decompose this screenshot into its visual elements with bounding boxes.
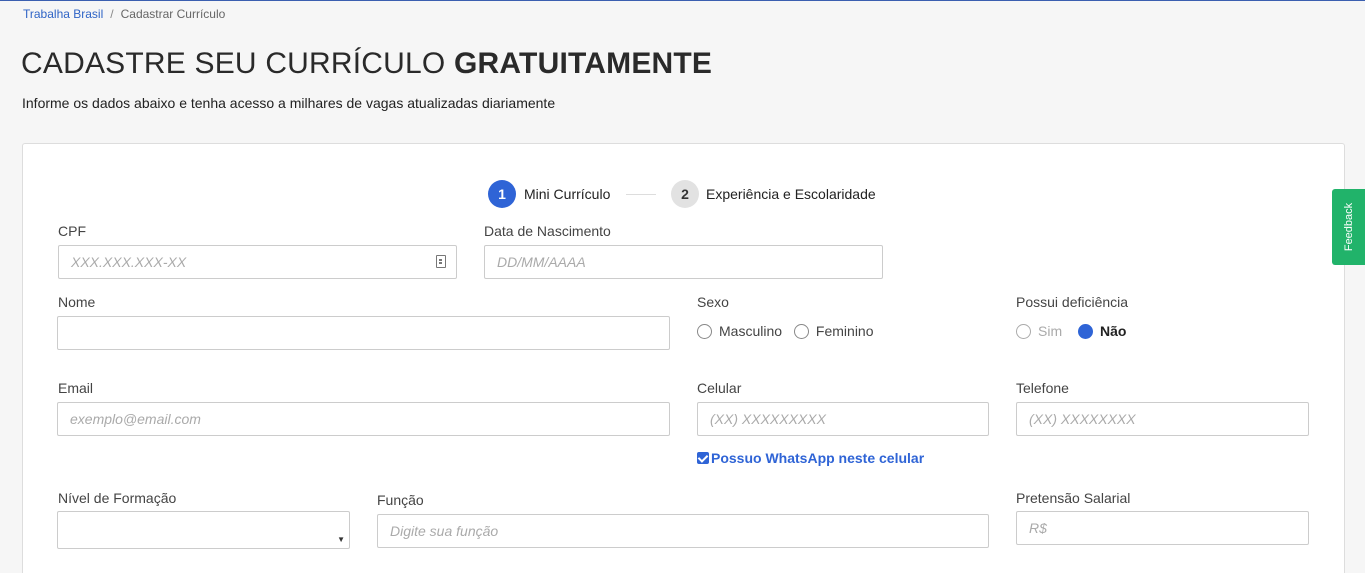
birth-date-input[interactable]: DD/MM/AAAA bbox=[484, 245, 883, 279]
disability-label: Possui deficiência bbox=[1016, 294, 1129, 310]
page-title-bold: GRATUITAMENTE bbox=[454, 47, 713, 80]
role-input[interactable]: Digite sua função bbox=[377, 514, 989, 548]
disability-radio-group: Sim Não bbox=[1016, 323, 1134, 339]
birth-date-placeholder: DD/MM/AAAA bbox=[497, 254, 586, 270]
step-connector bbox=[626, 194, 656, 195]
name-label: Nome bbox=[58, 294, 96, 310]
role-label: Função bbox=[377, 492, 424, 508]
phone-input[interactable]: (XX) XXXXXXXX bbox=[1016, 402, 1309, 436]
email-label: Email bbox=[58, 380, 94, 396]
salary-label: Pretensão Salarial bbox=[1016, 490, 1131, 506]
breadcrumb-separator: / bbox=[110, 7, 114, 21]
disability-option-no-label: Não bbox=[1100, 323, 1127, 339]
radio-circle bbox=[697, 324, 712, 339]
sex-option-female[interactable]: Feminino bbox=[793, 323, 874, 339]
feedback-tab[interactable]: Feedback bbox=[1332, 189, 1365, 265]
mobile-input[interactable]: (XX) XXXXXXXXX bbox=[697, 402, 989, 436]
step-2-circle: 2 bbox=[671, 180, 699, 208]
cpf-input[interactable]: XXX.XXX.XXX-XX bbox=[58, 245, 457, 279]
education-label: Nível de Formação bbox=[58, 490, 177, 506]
phone-placeholder: (XX) XXXXXXXX bbox=[1029, 411, 1136, 427]
sex-label: Sexo bbox=[697, 294, 729, 310]
radio-circle bbox=[1016, 324, 1031, 339]
email-input[interactable]: exemplo@email.com bbox=[57, 402, 670, 436]
mobile-placeholder: (XX) XXXXXXXXX bbox=[710, 411, 826, 427]
name-input[interactable] bbox=[57, 316, 670, 350]
salary-input[interactable]: R$ bbox=[1016, 511, 1309, 545]
radio-circle-selected bbox=[1078, 324, 1094, 339]
email-placeholder: exemplo@email.com bbox=[70, 411, 201, 427]
page-subtitle: Informe os dados abaixo e tenha acesso a… bbox=[22, 95, 556, 111]
disability-option-no[interactable]: Não bbox=[1078, 323, 1126, 339]
whatsapp-checkbox-label: Possuo WhatsApp neste celular bbox=[711, 450, 925, 466]
step-2-label: Experiência e Escolaridade bbox=[706, 186, 876, 202]
id-card-icon bbox=[436, 255, 446, 268]
sex-option-male-label: Masculino bbox=[719, 323, 783, 339]
whatsapp-checkbox-row[interactable]: Possuo WhatsApp neste celular bbox=[697, 450, 924, 466]
disability-option-yes[interactable]: Sim bbox=[1016, 323, 1062, 339]
breadcrumb-home-link[interactable]: Trabalha Brasil bbox=[23, 7, 103, 21]
page-title: CADASTRE SEU CURRÍCULO GRATUITAMENTE bbox=[21, 47, 712, 81]
birth-date-label: Data de Nascimento bbox=[484, 223, 611, 239]
chevron-down-icon: ▼ bbox=[337, 535, 345, 544]
breadcrumb-current: Cadastrar Currículo bbox=[120, 7, 226, 21]
cpf-label: CPF bbox=[58, 223, 86, 239]
cpf-placeholder: XXX.XXX.XXX-XX bbox=[71, 254, 187, 270]
page-title-light: CADASTRE SEU CURRÍCULO bbox=[21, 47, 446, 80]
radio-circle bbox=[793, 324, 809, 339]
salary-placeholder: R$ bbox=[1029, 520, 1047, 536]
disability-option-yes-label: Sim bbox=[1038, 323, 1063, 339]
sex-option-male[interactable]: Masculino bbox=[697, 323, 782, 339]
step-1-circle: 1 bbox=[488, 180, 516, 208]
role-placeholder: Digite sua função bbox=[390, 523, 499, 539]
sex-option-female-label: Feminino bbox=[815, 323, 874, 339]
step-1-label: Mini Currículo bbox=[524, 186, 611, 202]
phone-label: Telefone bbox=[1016, 380, 1069, 396]
breadcrumb: Trabalha Brasil / Cadastrar Currículo bbox=[23, 7, 225, 21]
education-select[interactable]: ▼ bbox=[57, 511, 350, 549]
mobile-label: Celular bbox=[697, 380, 742, 396]
whatsapp-checkbox[interactable] bbox=[697, 452, 709, 464]
stepper: 1 Mini Currículo 2 Experiência e Escolar… bbox=[0, 180, 1365, 208]
feedback-label: Feedback bbox=[1342, 202, 1355, 252]
sex-radio-group: Masculino Feminino bbox=[697, 323, 882, 339]
